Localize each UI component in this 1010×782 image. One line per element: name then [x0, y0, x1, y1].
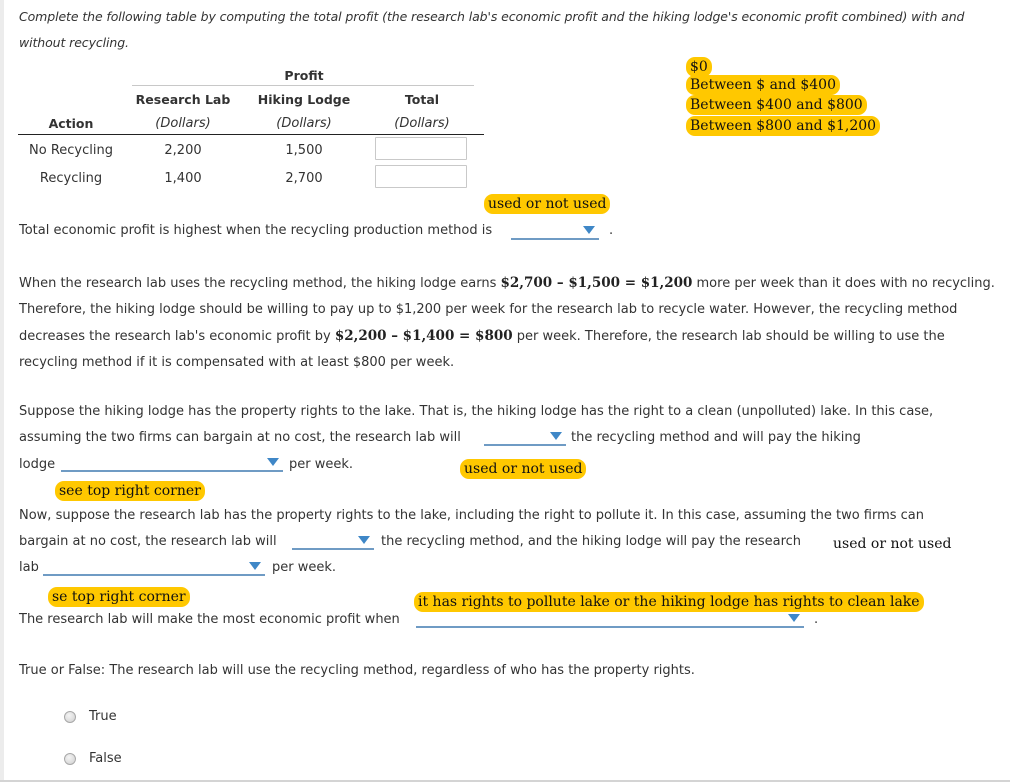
row-research-lab-profit: 1,400 [164, 171, 202, 186]
q4-text: The research lab will make the most econ… [19, 612, 400, 627]
q2-line3-post: per week. [289, 457, 354, 472]
col-header-research-lab: Research Lab [135, 92, 231, 107]
chevron-down-icon [249, 562, 261, 570]
col-unit-research-lab: (Dollars) [155, 116, 211, 131]
q5-text: True or False: The research lab will use… [19, 663, 695, 678]
annotation-used-or-not-used: used or not used [484, 194, 611, 214]
annotation-option: Between $400 and $800 [686, 95, 867, 115]
explanation-paragraph: When the research lab uses the recycling… [19, 270, 1004, 376]
q3-line2-pre: bargain at no cost, the research lab wil… [19, 534, 277, 549]
q3-dropdown-payment-amount[interactable] [43, 560, 265, 576]
annotation-used-or-not-used: used or not used [460, 459, 587, 479]
radio-label-false[interactable]: False [89, 751, 122, 766]
col-unit-total: (Dollars) [394, 116, 450, 131]
annotation-see-top-right: see top right corner [55, 481, 205, 501]
annotation-used-or-not-used: used or not used [833, 536, 952, 552]
annotation-option: $0 [686, 57, 712, 77]
instructions-text: Complete the following table by computin… [19, 9, 965, 50]
q2-line2-pre: assuming the two firms can bargain at no… [19, 430, 461, 445]
annotation-property-rights: it has rights to pollute lake or the hik… [414, 592, 924, 612]
header-divider [18, 134, 484, 135]
col-unit-hiking-lodge: (Dollars) [276, 116, 332, 131]
chevron-down-icon [583, 226, 595, 234]
row-hiking-lodge-profit: 1,500 [285, 143, 323, 158]
page-left-border [0, 0, 4, 782]
row-hiking-lodge-profit: 2,700 [285, 171, 323, 186]
radio-label-true[interactable]: True [89, 709, 117, 724]
explanation-math-lodge: $2,700 – $1,500 = $1,200 [500, 275, 693, 291]
col-header-total: Total [404, 92, 440, 107]
q1-suffix: . [609, 223, 614, 238]
col-header-hiking-lodge: Hiking Lodge [257, 92, 351, 107]
q3-dropdown-use-method[interactable] [292, 534, 374, 550]
annotation-option: Between $ and $400 [686, 75, 840, 95]
q2-dropdown-payment-amount[interactable] [61, 456, 283, 472]
q2-dropdown-use-method[interactable] [484, 430, 566, 446]
q2-line1: Suppose the hiking lodge has the propert… [19, 404, 934, 419]
chevron-down-icon [358, 536, 370, 544]
chevron-down-icon [267, 458, 279, 466]
q4-dropdown-property-rights[interactable] [416, 612, 804, 628]
q3-line3-post: per week. [272, 560, 337, 575]
chevron-down-icon [550, 432, 562, 440]
row-action: No Recycling [29, 143, 113, 158]
row-research-lab-profit: 2,200 [164, 143, 202, 158]
radio-false[interactable] [64, 753, 76, 765]
row-action: Recycling [39, 171, 103, 186]
q3-line1: Now, suppose the research lab has the pr… [19, 508, 925, 523]
annotation-see-top-right: se top right corner [48, 587, 190, 607]
radio-true[interactable] [64, 711, 76, 723]
total-input-recycling[interactable] [375, 165, 467, 188]
q4-suffix: . [814, 612, 819, 627]
table-group-header: Profit [284, 68, 324, 83]
col-header-action: Action [48, 116, 94, 131]
q3-line3-pre: lab [19, 560, 39, 575]
q1-dropdown-recycling-method[interactable] [511, 224, 599, 240]
q2-line3-pre: lodge [19, 457, 56, 472]
group-header-divider [132, 85, 474, 86]
chevron-down-icon [788, 614, 800, 622]
explanation-math-lab: $2,200 – $1,400 = $800 [334, 328, 513, 344]
q1-text: Total economic profit is highest when th… [19, 223, 493, 238]
q2-line2-post: the recycling method and will pay the hi… [571, 430, 861, 445]
total-input-no-recycling[interactable] [375, 137, 467, 160]
annotation-option: Between $800 and $1,200 [686, 116, 881, 136]
q3-line2-post: the recycling method, and the hiking lod… [381, 534, 802, 549]
explanation-text: When the research lab uses the recycling… [19, 276, 501, 291]
